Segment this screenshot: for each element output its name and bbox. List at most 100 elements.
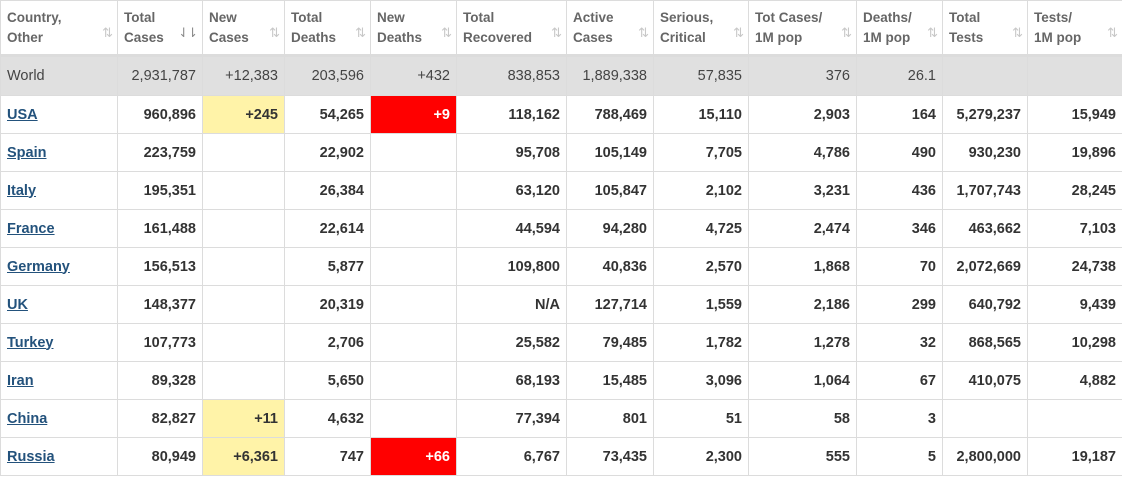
table-row: Italy 195,351 26,384 63,120 105,847 2,102 3,23… bbox=[0, 171, 1122, 210]
total-tests-cell: 463,662 bbox=[942, 209, 1028, 248]
total-recovered-cell: 25,582 bbox=[456, 323, 567, 362]
sort-icon[interactable]: ⇅ bbox=[269, 23, 280, 43]
new-deaths-cell bbox=[370, 171, 457, 210]
deaths-per-1m-cell: 436 bbox=[856, 171, 943, 210]
covid-stats-table: Country, Other ⇅ Total Cases ⇃⇂ New Cases ⇅ Total… bbox=[0, 0, 1122, 476]
country-link[interactable]: Germany bbox=[7, 259, 70, 275]
column-header-line-1: Total bbox=[949, 9, 981, 25]
total-deaths-cell: 4,632 bbox=[284, 399, 371, 438]
column-header-deaths-per-1m[interactable]: Deaths/1M pop ⇅ bbox=[856, 0, 943, 57]
column-header-line-2: Other bbox=[7, 29, 44, 45]
new-deaths-cell bbox=[370, 361, 457, 400]
country-link[interactable]: Russia bbox=[7, 449, 55, 465]
column-header-line-2: Cases bbox=[124, 29, 164, 45]
column-header-line-2: Cases bbox=[573, 29, 613, 45]
tests-per-1m-cell: 10,298 bbox=[1027, 323, 1122, 362]
column-header-total-cases[interactable]: Total Cases ⇃⇂ bbox=[117, 0, 203, 57]
table-header: Country, Other ⇅ Total Cases ⇃⇂ New Cases ⇅ Total… bbox=[0, 0, 1122, 57]
column-header-total-deaths[interactable]: Total Deaths ⇅ bbox=[284, 0, 371, 57]
new-cases-cell bbox=[202, 247, 285, 286]
total-cases-cell: 148,377 bbox=[117, 285, 203, 324]
cases-per-1m-cell: 376 bbox=[748, 55, 857, 96]
sort-icon[interactable]: ⇅ bbox=[355, 23, 366, 43]
column-header-new-deaths[interactable]: New Deaths ⇅ bbox=[370, 0, 457, 57]
tests-per-1m-cell: 28,245 bbox=[1027, 171, 1122, 210]
sort-icon[interactable]: ⇅ bbox=[638, 23, 649, 43]
column-header-cases-per-1m[interactable]: Tot Cases/1M pop ⇅ bbox=[748, 0, 857, 57]
total-tests-cell: 640,792 bbox=[942, 285, 1028, 324]
new-cases-cell: +12,383 bbox=[202, 55, 285, 96]
sort-descending-icon[interactable]: ⇃⇂ bbox=[178, 23, 198, 43]
cases-per-1m-cell: 2,186 bbox=[748, 285, 857, 324]
tests-per-1m-cell: 7,103 bbox=[1027, 209, 1122, 248]
country-cell: Iran bbox=[0, 361, 118, 400]
country-link[interactable]: France bbox=[7, 221, 55, 237]
tests-per-1m-cell: 24,738 bbox=[1027, 247, 1122, 286]
column-header-tests-per-1m[interactable]: Tests/1M pop ⇅ bbox=[1027, 0, 1122, 57]
new-deaths-cell bbox=[370, 323, 457, 362]
column-header-line-1: Total bbox=[124, 9, 156, 25]
active-cases-cell: 105,149 bbox=[566, 133, 654, 172]
total-deaths-cell: 22,902 bbox=[284, 133, 371, 172]
tests-per-1m-cell: 15,949 bbox=[1027, 95, 1122, 134]
total-tests-cell: 1,707,743 bbox=[942, 171, 1028, 210]
table-row: UK 148,377 20,319 N/A 127,714 1,559 2,186 299 64… bbox=[0, 285, 1122, 324]
active-cases-cell: 801 bbox=[566, 399, 654, 438]
column-header-line-1: Country, bbox=[7, 9, 62, 25]
new-cases-cell bbox=[202, 171, 285, 210]
total-tests-cell bbox=[942, 399, 1028, 438]
cases-per-1m-cell: 555 bbox=[748, 437, 857, 476]
column-header-serious-critical[interactable]: Serious, Critical ⇅ bbox=[653, 0, 749, 57]
country-link[interactable]: China bbox=[7, 411, 47, 427]
column-header-line-1: Serious, bbox=[660, 9, 714, 25]
column-header-new-cases[interactable]: New Cases ⇅ bbox=[202, 0, 285, 57]
sort-icon[interactable]: ⇅ bbox=[441, 23, 452, 43]
sort-icon[interactable]: ⇅ bbox=[1107, 23, 1118, 43]
country-link[interactable]: Italy bbox=[7, 183, 36, 199]
country-link[interactable]: Spain bbox=[7, 145, 46, 161]
active-cases-cell: 40,836 bbox=[566, 247, 654, 286]
cases-per-1m-cell: 4,786 bbox=[748, 133, 857, 172]
sort-icon[interactable]: ⇅ bbox=[841, 23, 852, 43]
serious-critical-cell: 2,102 bbox=[653, 171, 749, 210]
serious-critical-cell: 2,300 bbox=[653, 437, 749, 476]
new-deaths-cell bbox=[370, 209, 457, 248]
new-cases-cell: +6,361 bbox=[202, 437, 285, 476]
total-cases-cell: 89,328 bbox=[117, 361, 203, 400]
deaths-per-1m-cell: 3 bbox=[856, 399, 943, 438]
column-header-total-tests[interactable]: Total Tests ⇅ bbox=[942, 0, 1028, 57]
column-header-total-recovered[interactable]: Total Recovered ⇅ bbox=[456, 0, 567, 57]
total-recovered-cell: 68,193 bbox=[456, 361, 567, 400]
column-header-line-1: Total bbox=[463, 9, 495, 25]
new-cases-cell bbox=[202, 285, 285, 324]
column-header-line-2: 1M pop bbox=[1034, 29, 1082, 45]
column-header-line-1: Tests/ bbox=[1034, 9, 1073, 25]
serious-critical-cell: 7,705 bbox=[653, 133, 749, 172]
column-header-country[interactable]: Country, Other ⇅ bbox=[0, 0, 118, 57]
sort-icon[interactable]: ⇅ bbox=[927, 23, 938, 43]
new-cases-cell: +11 bbox=[202, 399, 285, 438]
sort-icon[interactable]: ⇅ bbox=[1012, 23, 1023, 43]
total-recovered-cell: 6,767 bbox=[456, 437, 567, 476]
country-link[interactable]: Turkey bbox=[7, 335, 53, 351]
table-row: China 82,827 +11 4,632 77,394 801 51 58 3 bbox=[0, 399, 1122, 438]
column-header-active-cases[interactable]: Active Cases ⇅ bbox=[566, 0, 654, 57]
total-deaths-cell: 5,877 bbox=[284, 247, 371, 286]
total-cases-cell: 223,759 bbox=[117, 133, 203, 172]
sort-icon[interactable]: ⇅ bbox=[551, 23, 562, 43]
total-recovered-cell: 95,708 bbox=[456, 133, 567, 172]
sort-icon[interactable]: ⇅ bbox=[733, 23, 744, 43]
table-row: USA 960,896 +245 54,265 +9 118,162 788,469 15,1… bbox=[0, 95, 1122, 134]
country-link[interactable]: Iran bbox=[7, 373, 34, 389]
country-cell: Italy bbox=[0, 171, 118, 210]
total-recovered-cell: 118,162 bbox=[456, 95, 567, 134]
table-row: Germany 156,513 5,877 109,800 40,836 2,570 1,8… bbox=[0, 247, 1122, 286]
active-cases-cell: 127,714 bbox=[566, 285, 654, 324]
column-header-line-2: Deaths bbox=[291, 29, 337, 45]
sort-icon[interactable]: ⇅ bbox=[102, 23, 113, 43]
cases-per-1m-cell: 1,064 bbox=[748, 361, 857, 400]
column-header-line-1: Total bbox=[291, 9, 323, 25]
total-recovered-cell: N/A bbox=[456, 285, 567, 324]
country-link[interactable]: UK bbox=[7, 297, 28, 313]
country-link[interactable]: USA bbox=[7, 107, 38, 123]
